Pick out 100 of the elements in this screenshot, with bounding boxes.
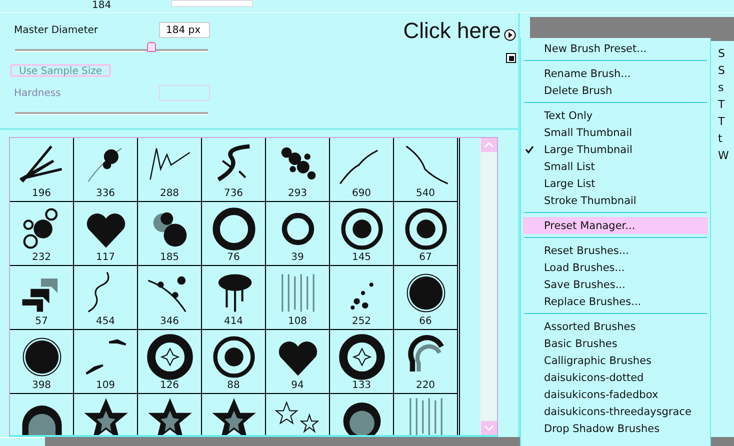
brush-preset[interactable]: 252	[330, 266, 394, 330]
menu-item[interactable]: Stroke Thumbnail	[523, 192, 708, 209]
menu-item[interactable]: Calligraphic Brushes	[523, 352, 708, 369]
brush-size-label: 196	[32, 188, 52, 201]
brush-size-label: 398	[32, 380, 52, 393]
brush-tip-drawing	[342, 402, 380, 435]
brush-preset[interactable]: 109	[74, 330, 138, 394]
brush-size-label: 690	[352, 188, 372, 201]
menu-item[interactable]: Save Brushes...	[523, 276, 708, 293]
brush-preset[interactable]: 57	[10, 266, 74, 330]
brush-tip-drawing	[218, 274, 252, 312]
brush-preset[interactable]: 67	[394, 202, 458, 266]
brush-preset[interactable]: 126	[138, 330, 202, 394]
side-text: s	[718, 80, 725, 96]
menu-item[interactable]: Large Thumbnail	[523, 141, 708, 158]
brush-size-label: 67	[419, 252, 432, 265]
menu-item[interactable]: Rename Brush...	[523, 65, 708, 82]
brush-size-label: 293	[288, 188, 308, 201]
brush-size-label: 414	[224, 316, 244, 329]
menu-item[interactable]: New Brush Preset...	[523, 40, 708, 57]
brush-preset[interactable]: 454	[74, 266, 138, 330]
brush-tip-drawing	[212, 207, 255, 250]
value-field[interactable]	[171, 0, 254, 7]
size-value: 184	[92, 0, 112, 11]
brush-preset[interactable]: 293	[266, 138, 330, 202]
brush-tip-drawing	[281, 273, 314, 312]
master-diameter-label: Master Diameter	[14, 24, 98, 36]
brush-size-label: 540	[416, 188, 436, 201]
menu-item[interactable]: Drop Shadow Brushes	[523, 420, 708, 437]
brush-size-label: 133	[352, 380, 372, 393]
brush-tip-drawing	[338, 334, 384, 380]
brush-preset[interactable]: 117	[74, 202, 138, 266]
brush-preset[interactable]: 540	[394, 138, 458, 202]
brush-tip-drawing	[87, 148, 122, 182]
new-preset-icon[interactable]	[506, 53, 516, 63]
brush-size-label: 126	[160, 380, 180, 393]
brush-preset[interactable]: 145	[330, 202, 394, 266]
diameter-field[interactable]: 184 px	[159, 22, 210, 38]
brush-preset[interactable]: 185	[138, 202, 202, 266]
menu-item[interactable]: Assorted Brushes	[523, 318, 708, 335]
side-text: S	[718, 46, 726, 62]
brush-preset[interactable]: 690	[330, 138, 394, 202]
brush-preset[interactable]: 346	[138, 266, 202, 330]
menu-item[interactable]: Small Thumbnail	[523, 124, 708, 141]
menu-item[interactable]: daisukicons-dotted	[523, 369, 708, 386]
brush-preset[interactable]: 76	[202, 202, 266, 266]
brush-size-label: 336	[96, 188, 116, 201]
brush-tip-drawing	[87, 272, 109, 312]
brush-tip-drawing	[147, 276, 186, 312]
brush-preset[interactable]: 196	[10, 138, 74, 202]
brush-tip-drawing	[149, 147, 190, 180]
side-text: T	[718, 114, 726, 130]
brush-tip-drawing	[408, 334, 444, 372]
click-here-annotation: Click here	[403, 18, 501, 44]
brush-tip-drawing	[339, 149, 378, 184]
brush-size-label: 109	[96, 380, 116, 393]
menu-item[interactable]: Large List	[523, 175, 708, 192]
brush-tip-drawing	[22, 338, 61, 376]
brush-preset[interactable]: 94	[266, 330, 330, 394]
brush-size-label: 57	[35, 316, 48, 329]
menu-item[interactable]: Reset Brushes...	[523, 242, 708, 259]
menu-item[interactable]: daisukicons-threedaysgrace	[523, 403, 708, 420]
menu-item[interactable]: daisukicons-fadedbox	[523, 386, 708, 403]
brush-preset[interactable]: 88	[202, 330, 266, 394]
brush-tip-drawing	[22, 208, 58, 248]
brush-tip-drawing	[409, 397, 442, 435]
brush-preset[interactable]: 39	[266, 202, 330, 266]
brush-size-label: 185	[160, 252, 180, 265]
menu-item[interactable]: Replace Brushes...	[523, 293, 708, 310]
brush-size-label: 252	[352, 316, 372, 329]
menu-item[interactable]: Text Only	[523, 107, 708, 124]
menu-item[interactable]: Delete Brush	[523, 82, 708, 99]
brush-tip-drawing	[146, 334, 192, 380]
brush-preset[interactable]: 220	[394, 330, 458, 394]
brush-size-label: 117	[96, 252, 116, 265]
brush-preset[interactable]: 414	[202, 266, 266, 330]
brush-size-label: 346	[160, 316, 180, 329]
brush-preset[interactable]: 336	[74, 138, 138, 202]
brush-size-label: 39	[291, 252, 304, 265]
brush-preset[interactable]: 133	[330, 330, 394, 394]
hardness-label: Hardness	[14, 88, 61, 98]
brush-preset[interactable]: 736	[202, 138, 266, 202]
brush-preset[interactable]: 232	[10, 202, 74, 266]
brush-tip-drawing	[405, 145, 448, 184]
brush-preset[interactable]: 66	[394, 266, 458, 330]
menu-item[interactable]: Basic Brushes	[523, 335, 708, 352]
menu-item[interactable]: Preset Manager...	[523, 217, 708, 234]
brush-tip-drawing	[350, 282, 373, 310]
brush-preset[interactable]: 398	[10, 330, 74, 394]
brush-preset[interactable]: 288	[138, 138, 202, 202]
brush-tip-drawing	[281, 212, 314, 245]
brush-size-label: 220	[416, 380, 436, 393]
panel-menu-button[interactable]	[504, 29, 516, 41]
menu-item[interactable]: Load Brushes...	[523, 259, 708, 276]
brush-preset[interactable]: 108	[266, 266, 330, 330]
brush-size-label: 232	[32, 252, 52, 265]
menu-item[interactable]: Small List	[523, 158, 708, 175]
brush-tip-drawing	[406, 274, 445, 312]
brush-size-label: 454	[96, 316, 116, 329]
brush-size-label: 288	[160, 188, 180, 201]
